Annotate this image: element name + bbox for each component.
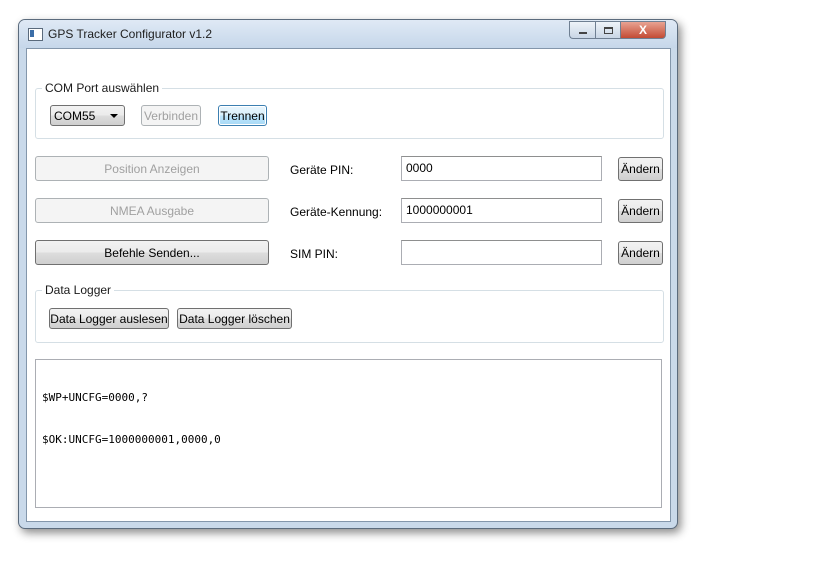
show-position-button[interactable]: Position Anzeigen [35, 156, 269, 181]
change-device-id-button[interactable]: Ändern [618, 199, 663, 223]
window-title: GPS Tracker Configurator v1.2 [48, 27, 213, 41]
read-data-logger-button[interactable]: Data Logger auslesen [49, 308, 169, 329]
com-port-group: COM Port auswählen [35, 81, 664, 139]
app-icon[interactable] [28, 28, 43, 41]
com-port-value: COM55 [54, 109, 96, 123]
log-line: $OK:UNCFG=1000000001,0000,0 [42, 433, 221, 446]
log-output[interactable]: $WP+UNCFG=0000,? $OK:UNCFG=1000000001,00… [35, 359, 662, 508]
send-commands-button[interactable]: Befehle Senden... [35, 240, 269, 265]
log-line: $WP+UNCFG=0000,? [42, 391, 148, 404]
close-icon: X [638, 23, 647, 37]
maximize-icon [603, 26, 613, 34]
minimize-icon [578, 32, 587, 34]
nmea-output-button[interactable]: NMEA Ausgabe [35, 198, 269, 223]
change-sim-pin-button[interactable]: Ändern [618, 241, 663, 265]
com-port-legend: COM Port auswählen [45, 81, 160, 95]
change-device-pin-button[interactable]: Ändern [618, 157, 663, 181]
device-id-input[interactable]: 1000000001 [401, 198, 602, 223]
connect-button[interactable]: Verbinden [141, 105, 201, 126]
com-port-select[interactable]: COM55 [50, 105, 125, 126]
maximize-button[interactable] [595, 21, 620, 39]
window-controls: X [569, 21, 666, 40]
close-button[interactable]: X [620, 21, 666, 39]
delete-data-logger-button[interactable]: Data Logger löschen [177, 308, 292, 329]
title-bar[interactable]: GPS Tracker Configurator v1.2 X [19, 20, 677, 48]
sim-pin-input[interactable] [401, 240, 602, 265]
chevron-down-icon [110, 114, 118, 118]
data-logger-legend: Data Logger [45, 283, 112, 297]
disconnect-button[interactable]: Trennen [218, 105, 267, 126]
sim-pin-label: SIM PIN: [290, 247, 339, 261]
minimize-button[interactable] [569, 21, 595, 39]
device-pin-input[interactable]: 0000 [401, 156, 602, 181]
device-id-label: Geräte-Kennung: [290, 205, 383, 219]
device-pin-label: Geräte PIN: [290, 163, 354, 177]
main-window: GPS Tracker Configurator v1.2 X COM Port… [18, 19, 678, 529]
client-area: COM Port auswählen COM55 Verbinden Trenn… [26, 48, 671, 522]
